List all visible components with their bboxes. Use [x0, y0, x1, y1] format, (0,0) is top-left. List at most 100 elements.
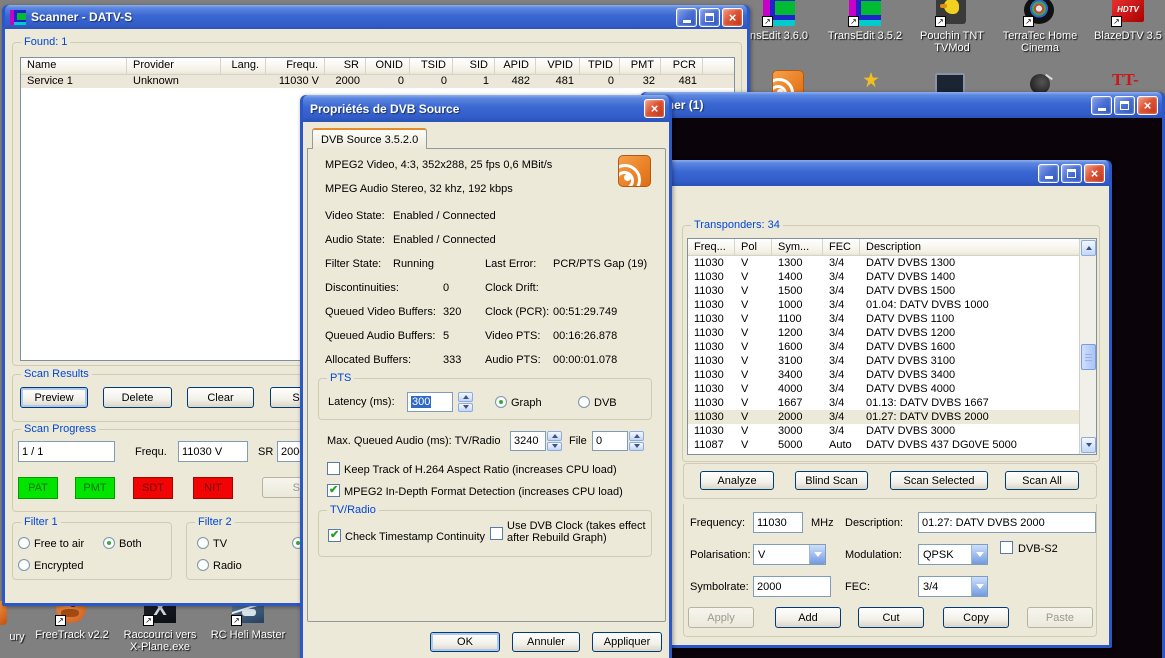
scanner-table-row[interactable]: Service 1Unknown11030 V20000014824810324… — [21, 75, 734, 88]
scanner-column-header[interactable]: TPID — [580, 58, 620, 74]
minimize-button[interactable] — [1091, 96, 1112, 115]
use-dvb-clock-checkbox[interactable] — [490, 527, 503, 540]
tuner-titlebar[interactable]: Tuner (1) × — [643, 92, 1162, 118]
scanner-column-header[interactable]: TSID — [410, 58, 453, 74]
delete-button[interactable]: Delete — [103, 387, 172, 408]
ok-button[interactable]: OK — [430, 632, 500, 652]
scanner-column-header[interactable]: Lang. — [221, 58, 266, 74]
spin-down-icon[interactable] — [547, 442, 562, 452]
scanner-titlebar[interactable]: Scanner - DATV-S × — [5, 5, 747, 29]
frequency-field[interactable]: 11030 V — [178, 441, 248, 462]
scanner-column-header[interactable]: PMT — [620, 58, 661, 74]
scan-all-button[interactable]: Scan All — [1005, 471, 1079, 490]
transponder-list[interactable]: Freq... Pol Sym... FEC Description 11030… — [687, 238, 1097, 455]
tab-dvb-source[interactable]: DVB Source 3.5.2.0 — [312, 128, 427, 149]
description-input[interactable]: 01.27: DATV DVBS 2000 — [918, 512, 1096, 533]
transponder-row[interactable]: 11030V40003/4DATV DVBS 4000 — [688, 382, 1079, 396]
transponder-row[interactable]: 11030V34003/4DATV DVBS 3400 — [688, 368, 1079, 382]
copy-button[interactable]: Copy — [943, 607, 1009, 628]
frequency-input[interactable]: 11030 — [753, 512, 803, 533]
close-button[interactable]: × — [722, 8, 743, 27]
scroll-up-button[interactable] — [1081, 240, 1096, 256]
paste-button[interactable]: Paste — [1027, 607, 1093, 628]
column-header[interactable]: Description — [860, 239, 1080, 255]
scanner-column-header[interactable]: VPID — [536, 58, 580, 74]
close-button[interactable]: × — [644, 99, 665, 118]
transponder-row[interactable]: 11030V11003/4DATV DVBS 1100 — [688, 312, 1079, 326]
wand-icon[interactable] — [857, 72, 883, 94]
apply-button[interactable]: Appliquer — [592, 632, 662, 652]
modulation-dropdown[interactable]: QPSK — [918, 544, 988, 565]
tv-radio[interactable] — [197, 537, 209, 549]
column-header[interactable]: Freq... — [688, 239, 735, 255]
minimize-button[interactable] — [1038, 164, 1059, 183]
column-header[interactable]: Pol — [735, 239, 772, 255]
cut-button[interactable]: Cut — [858, 607, 924, 628]
max-queued-file-spinner[interactable] — [629, 431, 644, 451]
scrollbar-thumb[interactable] — [1081, 344, 1096, 370]
mpeg2-indepth-checkbox[interactable] — [327, 484, 340, 497]
free-to-air-radio[interactable] — [18, 537, 30, 549]
scanner-column-header[interactable]: Name — [21, 58, 127, 74]
fec-dropdown[interactable]: 3/4 — [918, 576, 988, 597]
scan-progress-field[interactable]: 1 / 1 — [18, 441, 115, 462]
max-queued-file-input[interactable]: 0 — [592, 431, 628, 451]
radio-radio[interactable] — [197, 559, 209, 571]
transponder-row[interactable]: 11030V16003/4DATV DVBS 1600 — [688, 340, 1079, 354]
maximize-button[interactable] — [699, 8, 720, 27]
max-queued-tv-spinner[interactable] — [547, 431, 562, 451]
scanner-column-header[interactable]: SR — [325, 58, 366, 74]
scanner-column-header[interactable]: SID — [453, 58, 495, 74]
both-radio[interactable] — [103, 537, 115, 549]
spin-down-icon[interactable] — [458, 403, 473, 413]
transponder-row[interactable]: 11030V20003/401.27: DATV DVBS 2000 — [688, 410, 1079, 424]
column-header[interactable]: FEC — [823, 239, 860, 255]
graph-radio[interactable] — [495, 396, 507, 408]
analyze-button[interactable]: Analyze — [700, 471, 774, 490]
preview-button[interactable]: Preview — [20, 387, 88, 408]
tt-logo-icon[interactable]: TT- — [1112, 70, 1139, 90]
timestamp-continuity-checkbox[interactable] — [328, 529, 341, 542]
scroll-down-button[interactable] — [1081, 437, 1096, 453]
maximize-button[interactable] — [1061, 164, 1082, 183]
clear-button[interactable]: Clear — [187, 387, 254, 408]
scanner-column-header[interactable]: APID — [495, 58, 536, 74]
latency-spinner[interactable] — [458, 392, 473, 412]
transponder-row[interactable]: 11030V30003/4DATV DVBS 3000 — [688, 424, 1079, 438]
encrypted-radio[interactable] — [18, 559, 30, 571]
desktop-icon-terratec[interactable]: ↗ TerraTec HomeCinema — [995, 0, 1085, 54]
apply-button[interactable]: Apply — [688, 607, 754, 628]
max-queued-tv-input[interactable]: 3240 — [510, 431, 546, 451]
polarisation-dropdown[interactable]: V — [753, 544, 826, 565]
desktop-icon-pouchin[interactable]: ↗ Pouchin TNTTVMod — [907, 0, 997, 54]
transponder-row[interactable]: 11087V5000AutoDATV DVBS 437 DG0VE 5000 — [688, 438, 1079, 452]
transponder-row[interactable]: 11030V16673/401.13: DATV DVBS 1667 — [688, 396, 1079, 410]
dvb-radio[interactable] — [578, 396, 590, 408]
scanner-column-header[interactable]: ONID — [366, 58, 410, 74]
scan-selected-button[interactable]: Scan Selected — [890, 471, 988, 490]
minimize-button[interactable] — [676, 8, 697, 27]
column-header[interactable]: Sym... — [772, 239, 823, 255]
close-button[interactable]: × — [1137, 96, 1158, 115]
desktop-icon-blazedtv[interactable]: HDTV ↗ BlazeDTV 3.5 — [1083, 0, 1165, 42]
scanner-column-header[interactable]: Provider — [127, 58, 221, 74]
spin-up-icon[interactable] — [629, 431, 644, 441]
symbolrate-input[interactable]: 2000 — [753, 576, 831, 597]
h264-aspect-checkbox[interactable] — [327, 462, 340, 475]
transponder-row[interactable]: 11030V31003/4DATV DVBS 3100 — [688, 354, 1079, 368]
blind-scan-button[interactable]: Blind Scan — [795, 471, 868, 490]
desktop-icon-transedit-352[interactable]: ↗ TransEdit 3.5.2 — [820, 0, 910, 42]
dialog-titlebar[interactable]: Propriétés de DVB Source × — [303, 95, 669, 122]
dvbs2-checkbox[interactable] — [1000, 541, 1013, 554]
close-button[interactable]: × — [1084, 164, 1105, 183]
latency-input[interactable]: 300 — [407, 392, 453, 412]
transponder-row[interactable]: 11030V14003/4DATV DVBS 1400 — [688, 270, 1079, 284]
transponder-row[interactable]: 11030V12003/4DATV DVBS 1200 — [688, 326, 1079, 340]
transponder-row[interactable]: 11030V10003/401.04: DATV DVBS 1000 — [688, 298, 1079, 312]
vertical-scrollbar[interactable] — [1079, 239, 1096, 454]
cancel-button[interactable]: Annuler — [512, 632, 580, 652]
spin-down-icon[interactable] — [629, 442, 644, 452]
transponder-row[interactable]: 11030V15003/4DATV DVBS 1500 — [688, 284, 1079, 298]
maximize-button[interactable] — [1114, 96, 1135, 115]
add-button[interactable]: Add — [775, 607, 841, 628]
